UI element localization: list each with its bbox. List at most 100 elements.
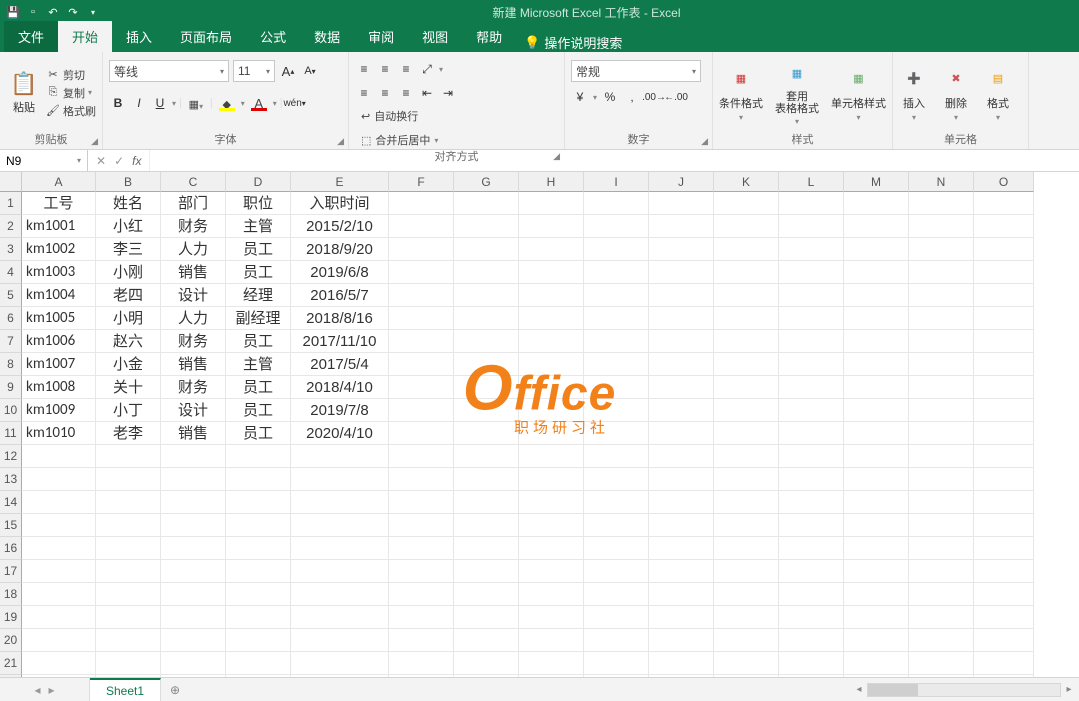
cell[interactable] [226,583,291,606]
cell[interactable] [714,491,779,514]
cell[interactable] [974,514,1034,537]
cell[interactable] [844,284,909,307]
cell[interactable] [584,353,649,376]
format-painter-button[interactable]: 🖌格式刷 [46,102,96,120]
cell[interactable] [909,468,974,491]
cell[interactable] [22,468,96,491]
cell[interactable] [389,583,454,606]
cell[interactable] [96,537,161,560]
select-all-corner[interactable] [0,172,22,192]
cell[interactable] [779,192,844,215]
cell[interactable] [584,629,649,652]
cell[interactable]: 人力 [161,307,226,330]
row-header[interactable]: 3 [0,238,22,261]
cell[interactable]: 2018/4/10 [291,376,389,399]
cell[interactable]: 设计 [161,399,226,422]
cell[interactable] [844,468,909,491]
cell[interactable] [519,445,584,468]
cell[interactable]: 2018/8/16 [291,307,389,330]
cell[interactable] [844,330,909,353]
cell[interactable] [519,583,584,606]
cell[interactable] [291,491,389,514]
cell[interactable]: 员工 [226,330,291,353]
cell[interactable] [844,192,909,215]
cell[interactable] [389,606,454,629]
cell[interactable] [22,445,96,468]
cell[interactable]: 员工 [226,422,291,445]
cell[interactable]: 副经理 [226,307,291,330]
cell[interactable] [454,514,519,537]
cell[interactable]: 入职时间 [291,192,389,215]
underline-button[interactable]: U [151,94,169,112]
cell[interactable] [844,652,909,675]
currency-icon[interactable]: ¥ [571,88,589,106]
cell[interactable]: 姓名 [96,192,161,215]
cell[interactable] [584,192,649,215]
cell[interactable]: 销售 [161,261,226,284]
cell[interactable] [291,606,389,629]
cell[interactable] [519,261,584,284]
row-header[interactable]: 19 [0,606,22,629]
decrease-font-icon[interactable]: A▾ [301,62,319,80]
cell[interactable] [161,445,226,468]
cell[interactable]: 设计 [161,284,226,307]
cell[interactable] [714,376,779,399]
cell[interactable] [519,514,584,537]
cell[interactable] [714,422,779,445]
sheet-nav[interactable]: ◂ ▸ [0,678,90,701]
cell[interactable] [96,560,161,583]
cell[interactable] [909,399,974,422]
worksheet-grid[interactable]: ABCDEFGHIJKLMNO1工号姓名部门职位入职时间2km1001小红财务主… [0,172,1079,677]
cell[interactable] [779,468,844,491]
cell[interactable] [779,491,844,514]
cell[interactable] [974,629,1034,652]
tell-me[interactable]: 💡 操作说明搜索 [524,33,622,52]
cell[interactable] [389,445,454,468]
cell[interactable] [291,537,389,560]
cell[interactable] [844,445,909,468]
cell[interactable] [909,330,974,353]
cell[interactable] [454,215,519,238]
cell[interactable] [649,652,714,675]
cell[interactable] [96,468,161,491]
cell[interactable] [226,537,291,560]
cell[interactable] [454,629,519,652]
cell[interactable] [22,652,96,675]
cell[interactable] [22,629,96,652]
cell[interactable] [974,491,1034,514]
cell[interactable] [389,629,454,652]
tab-view[interactable]: 视图 [408,21,462,52]
column-header[interactable]: J [649,172,714,192]
cell[interactable] [714,284,779,307]
cell[interactable] [454,376,519,399]
row-header[interactable]: 1 [0,192,22,215]
cell[interactable] [454,537,519,560]
cell[interactable] [96,445,161,468]
row-header[interactable]: 18 [0,583,22,606]
cell[interactable] [291,583,389,606]
cell[interactable]: km1009 [22,399,96,422]
align-left-icon[interactable]: ≡ [355,84,373,102]
cell[interactable] [291,514,389,537]
cell[interactable]: 人力 [161,238,226,261]
cell[interactable] [844,307,909,330]
cell[interactable] [389,353,454,376]
cell[interactable] [519,238,584,261]
cell[interactable] [714,468,779,491]
cell[interactable] [519,399,584,422]
cell[interactable] [714,560,779,583]
cell[interactable] [974,330,1034,353]
cell[interactable] [974,307,1034,330]
cell[interactable] [714,606,779,629]
cell[interactable] [909,215,974,238]
cell[interactable] [96,491,161,514]
cell[interactable] [649,353,714,376]
cell[interactable] [519,376,584,399]
cell[interactable] [649,606,714,629]
row-header[interactable]: 4 [0,261,22,284]
cell[interactable] [454,330,519,353]
cell[interactable] [974,238,1034,261]
cell[interactable] [226,468,291,491]
align-middle-icon[interactable]: ≡ [376,60,394,78]
cell[interactable]: 2017/11/10 [291,330,389,353]
